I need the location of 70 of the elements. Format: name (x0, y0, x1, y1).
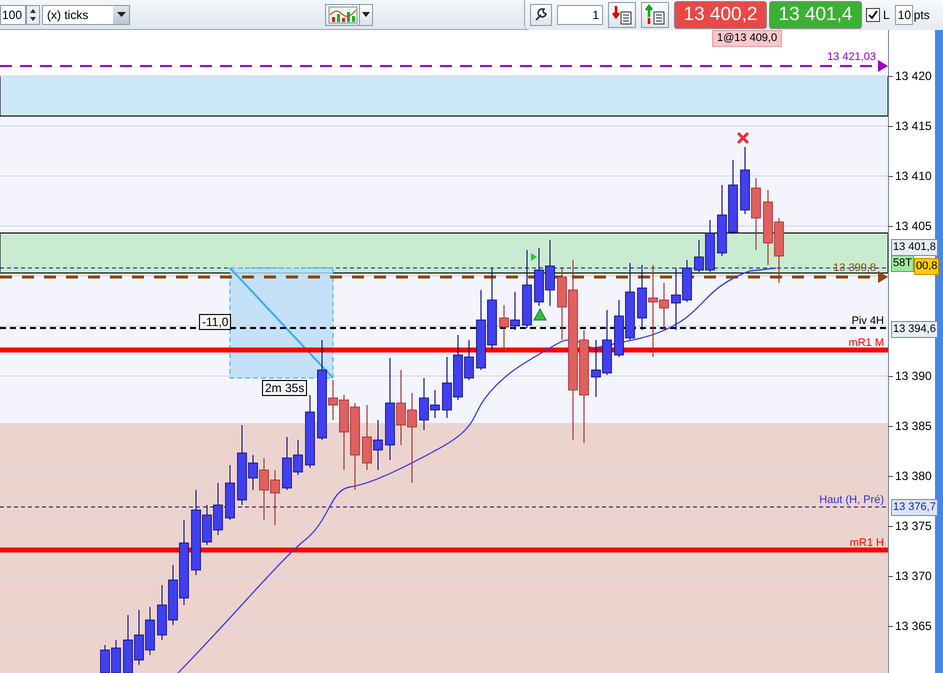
order-quantity-field[interactable]: 1 (557, 5, 603, 25)
axis-label: 13 365 (895, 619, 932, 633)
candle (591, 340, 601, 398)
candle (134, 610, 144, 666)
wrench-icon[interactable] (530, 4, 552, 26)
candle (545, 240, 555, 306)
caret-icon (116, 12, 126, 18)
candle (145, 606, 155, 656)
axis-label: 13 380 (895, 469, 932, 483)
axis-label: 13 420 (895, 69, 932, 83)
points-unit: pts (914, 8, 930, 22)
candle (602, 310, 612, 376)
price-tag: 00,8 (914, 258, 940, 275)
candle (740, 146, 750, 214)
candle (270, 470, 280, 526)
triangle-icon (531, 253, 537, 261)
candle (123, 614, 133, 673)
candle (774, 218, 784, 284)
level-line[interactable] (0, 60, 888, 72)
quantity-field[interactable]: 100 (0, 4, 26, 24)
price-tag: 13 401,8 (891, 239, 938, 256)
candle (362, 404, 372, 470)
price-change-label: -11,0 (199, 314, 232, 330)
spinner-arrows-icon[interactable] (26, 4, 40, 24)
candle (111, 640, 121, 673)
axis-label: 13 405 (895, 219, 932, 233)
level-line[interactable] (0, 327, 888, 329)
limit-checkbox[interactable] (866, 8, 880, 22)
duration-label: 2m 35s (262, 380, 308, 396)
level-label: Haut (H, Pré) (819, 494, 884, 507)
level-label: mR1 H (850, 537, 884, 550)
candle (499, 304, 509, 352)
limit-label: L (883, 8, 890, 22)
axis-label: 13 385 (895, 419, 932, 433)
sell-price-button[interactable]: 13 400,2 (674, 1, 767, 29)
level-label: 13 421,03 (827, 51, 876, 64)
candle (100, 644, 110, 673)
unit-dropdown[interactable]: (x) ticks (42, 4, 130, 24)
measure-box[interactable] (229, 267, 334, 379)
points-field[interactable]: 10 (894, 5, 913, 25)
price-tag: 13 394,6 (891, 321, 938, 338)
candle (637, 264, 647, 330)
cross-icon (738, 132, 748, 144)
axis-label: 13 390 (895, 369, 932, 383)
level-label: mR1 M (848, 337, 884, 350)
axis-label: 13 370 (895, 569, 932, 583)
candle (442, 356, 452, 418)
chart-type-button[interactable] (325, 4, 360, 26)
candle (614, 300, 624, 358)
sell-order-icon[interactable] (608, 2, 636, 28)
level-line[interactable] (0, 506, 888, 508)
candle (225, 464, 235, 520)
axis-label: 13 415 (895, 119, 932, 133)
candle (213, 482, 223, 536)
candle (168, 564, 178, 626)
axis-label: 13 375 (895, 519, 932, 533)
buy-order-icon[interactable] (641, 2, 669, 28)
candle (534, 248, 544, 306)
triangle-icon (533, 308, 547, 320)
level-label: Piv 4H (852, 315, 884, 328)
candle (373, 420, 383, 470)
candle (717, 184, 727, 256)
candle (157, 584, 167, 640)
candle (510, 292, 520, 330)
caret-icon[interactable] (360, 4, 373, 26)
price-tag: 58T (891, 255, 914, 272)
level-line[interactable] (0, 271, 888, 283)
order-badge: 1@13 409,0 (712, 30, 782, 47)
price-tag: 13 376,7 (891, 499, 938, 516)
axis-label: 13 410 (895, 169, 932, 183)
